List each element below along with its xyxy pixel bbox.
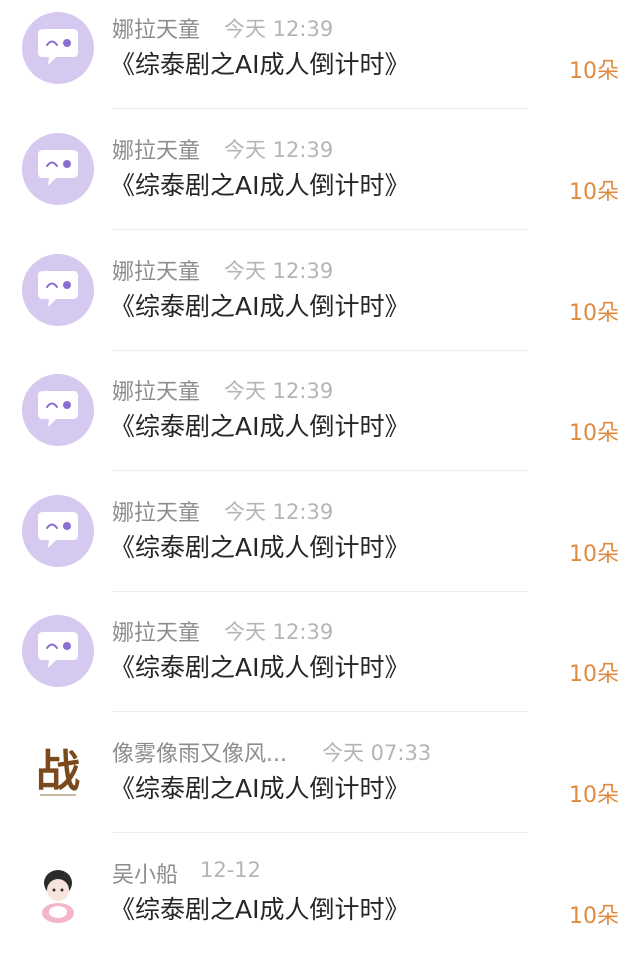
sender-name: 娜拉天童 — [112, 380, 201, 405]
chat-bubble-icon — [38, 512, 78, 548]
list-item[interactable]: 娜拉天童 今天 12:39 《综泰剧之AI成人倒计时》 10朵 — [0, 603, 640, 723]
message-title: 《综泰剧之AI成人倒计时》 — [110, 653, 410, 682]
message-title: 《综泰剧之AI成人倒计时》 — [110, 171, 410, 200]
message-time: 今天 12:39 — [224, 620, 334, 644]
message-time: 今天 07:33 — [322, 741, 432, 765]
divider — [112, 229, 528, 230]
chat-bubble-icon — [38, 271, 78, 307]
list-item[interactable]: 娜拉天童 今天 12:39 《综泰剧之AI成人倒计时》 10朵 — [0, 362, 640, 482]
list-item[interactable]: 娜拉天童 今天 12:39 《综泰剧之AI成人倒计时》 10朵 — [0, 242, 640, 362]
list-item[interactable]: 吴小船 12-12 《综泰剧之AI成人倒计时》 10朵 — [0, 845, 640, 965]
chat-bubble-icon — [38, 391, 78, 427]
default-chat-avatar[interactable] — [22, 374, 94, 446]
message-title: 《综泰剧之AI成人倒计时》 — [110, 50, 410, 79]
divider — [112, 832, 528, 833]
message-time: 今天 12:39 — [224, 259, 334, 283]
flower-count: 10朵 — [569, 180, 619, 205]
sender-name: 娜拉天童 — [112, 621, 201, 646]
divider — [112, 591, 528, 592]
list-item[interactable]: 娜拉天童 今天 12:39 《综泰剧之AI成人倒计时》 10朵 — [0, 121, 640, 241]
list-item[interactable]: 娜拉天童 今天 12:39 《综泰剧之AI成人倒计时》 10朵 — [0, 0, 640, 120]
flower-count: 10朵 — [569, 542, 619, 567]
message-time: 今天 12:39 — [224, 500, 334, 524]
chat-bubble-icon — [38, 150, 78, 186]
default-chat-avatar[interactable] — [22, 12, 94, 84]
default-chat-avatar[interactable] — [22, 495, 94, 567]
message-time: 12-12 — [200, 858, 262, 882]
gift-message-list: 娜拉天童 今天 12:39 《综泰剧之AI成人倒计时》 10朵 娜拉天童 今天 … — [0, 0, 640, 941]
default-chat-avatar[interactable] — [22, 133, 94, 205]
message-title: 《综泰剧之AI成人倒计时》 — [110, 774, 410, 803]
flower-count: 10朵 — [569, 301, 619, 326]
calligraphy-avatar-image: 战 — [36, 746, 80, 797]
message-time: 今天 12:39 — [224, 17, 334, 41]
flower-count: 10朵 — [569, 421, 619, 446]
default-chat-avatar[interactable] — [22, 254, 94, 326]
chat-bubble-icon — [38, 29, 78, 65]
default-chat-avatar[interactable] — [22, 615, 94, 687]
flower-count: 10朵 — [569, 904, 619, 929]
sender-name: 娜拉天童 — [112, 260, 201, 285]
sender-name: 娜拉天童 — [112, 139, 201, 164]
message-title: 《综泰剧之AI成人倒计时》 — [110, 292, 410, 321]
calligraphy-avatar[interactable]: 战 — [22, 736, 94, 808]
list-item[interactable]: 娜拉天童 今天 12:39 《综泰剧之AI成人倒计时》 10朵 — [0, 483, 640, 603]
divider — [112, 470, 528, 471]
list-item[interactable]: 战 像雾像雨又像风... 今天 07:33 《综泰剧之AI成人倒计时》 10朵 — [0, 724, 640, 844]
flower-count: 10朵 — [569, 783, 619, 808]
cartoon-character-image — [42, 870, 74, 923]
message-time: 今天 12:39 — [224, 379, 334, 403]
message-title: 《综泰剧之AI成人倒计时》 — [110, 412, 410, 441]
sender-name: 娜拉天童 — [112, 18, 201, 43]
message-time: 今天 12:39 — [224, 138, 334, 162]
message-title: 《综泰剧之AI成人倒计时》 — [110, 895, 410, 924]
cartoon-character-avatar[interactable] — [22, 857, 94, 929]
message-title: 《综泰剧之AI成人倒计时》 — [110, 533, 410, 562]
divider — [112, 711, 528, 712]
flower-count: 10朵 — [569, 662, 619, 687]
flower-count: 10朵 — [569, 59, 619, 84]
sender-name: 像雾像雨又像风... — [112, 742, 287, 767]
sender-name: 娜拉天童 — [112, 501, 201, 526]
sender-name: 吴小船 — [112, 863, 179, 888]
calligraphy-character: 战 — [36, 746, 80, 797]
chat-bubble-icon — [38, 632, 78, 668]
divider — [112, 350, 528, 351]
divider — [112, 108, 528, 109]
